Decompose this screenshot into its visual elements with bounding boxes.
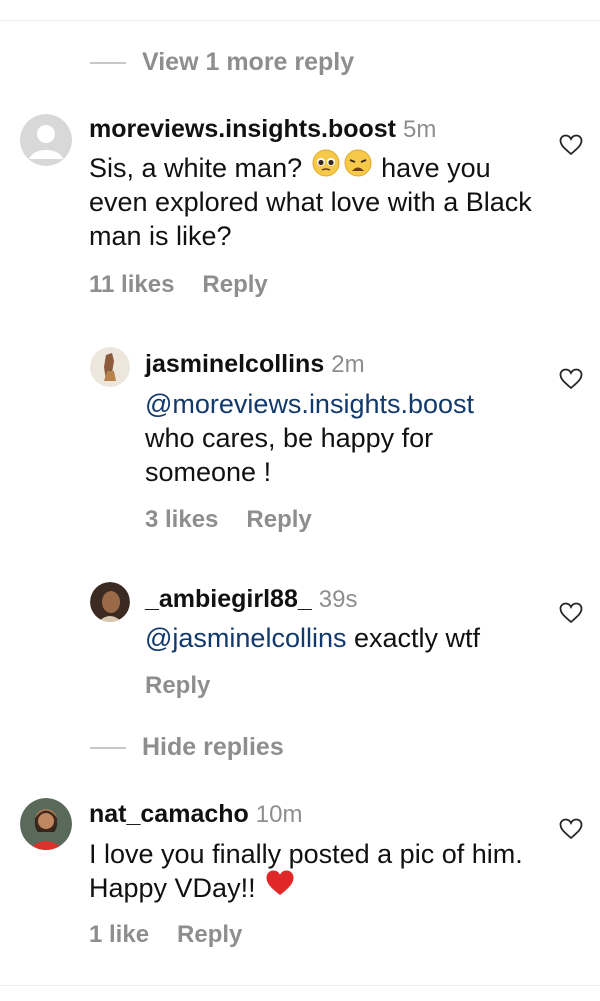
like-heart-icon[interactable] <box>559 134 583 156</box>
top-divider <box>0 20 600 21</box>
like-heart-icon[interactable] <box>559 368 583 390</box>
hide-replies-label: Hide replies <box>142 733 284 761</box>
view-more-replies-label: View 1 more reply <box>142 48 355 76</box>
mention-link[interactable]: @jasminelcollins <box>145 623 346 653</box>
reply-button[interactable]: Reply <box>145 672 210 700</box>
weary-face-emoji <box>344 149 372 185</box>
reply-button[interactable]: Reply <box>202 271 267 299</box>
like-heart-icon[interactable] <box>559 818 583 840</box>
comment-text: @moreviews.insights.boost who cares, be … <box>145 387 545 489</box>
comment-text-part: who cares, be happy for someone ! <box>145 423 434 487</box>
timestamp: 5m <box>403 116 437 143</box>
avatar[interactable] <box>90 582 130 622</box>
avatar[interactable] <box>20 114 72 166</box>
thread-line <box>90 61 126 64</box>
comment-text: Sis, a white man? have you even explored… <box>89 149 539 253</box>
comment-header: jasminelcollins 2m <box>145 350 365 379</box>
likes-count[interactable]: 1 like <box>89 921 149 949</box>
like-heart-icon[interactable] <box>559 602 583 624</box>
username[interactable]: jasminelcollins <box>145 350 324 378</box>
user-avatar-icon <box>20 798 72 850</box>
comment-actions: 1 like Reply <box>89 921 242 949</box>
reply-button[interactable]: Reply <box>177 921 242 949</box>
comment-header: moreviews.insights.boost 5m <box>89 115 436 144</box>
avatar[interactable] <box>20 798 72 850</box>
timestamp: 2m <box>331 351 365 378</box>
reply-button[interactable]: Reply <box>246 506 311 534</box>
bottom-divider <box>0 985 600 986</box>
pleading-face-emoji <box>312 149 340 185</box>
comment-actions: Reply <box>145 672 210 700</box>
thread-line <box>90 746 126 749</box>
user-avatar-icon <box>90 582 130 622</box>
username[interactable]: nat_camacho <box>89 800 249 828</box>
comment-header: _ambiegirl88_ 39s <box>145 585 357 614</box>
mention-link[interactable]: @moreviews.insights.boost <box>145 389 474 419</box>
view-more-replies-button[interactable]: View 1 more reply <box>90 48 354 77</box>
username[interactable]: moreviews.insights.boost <box>89 115 396 143</box>
timestamp: 10m <box>255 801 303 828</box>
comment-text: I love you finally posted a pic of him. … <box>89 837 529 905</box>
comment-header: nat_camacho 10m <box>89 800 302 829</box>
red-heart-emoji <box>265 869 295 905</box>
comment-actions: 3 likes Reply <box>145 506 312 534</box>
timestamp: 39s <box>318 586 358 613</box>
avatar[interactable] <box>90 347 130 387</box>
comment-actions: 11 likes Reply <box>89 271 268 299</box>
comment-text: @jasminelcollins exactly wtf <box>145 621 555 655</box>
default-avatar-icon <box>20 114 72 166</box>
comment-text-part: exactly wtf <box>346 623 481 653</box>
hide-replies-button[interactable]: Hide replies <box>90 733 284 762</box>
user-avatar-icon <box>90 347 130 387</box>
comment-text-part: Sis, a white man? <box>89 153 310 183</box>
likes-count[interactable]: 3 likes <box>145 506 218 534</box>
likes-count[interactable]: 11 likes <box>89 271 174 299</box>
username[interactable]: _ambiegirl88_ <box>145 585 312 613</box>
comment-text-part: I love you finally posted a pic of him. … <box>89 839 523 903</box>
